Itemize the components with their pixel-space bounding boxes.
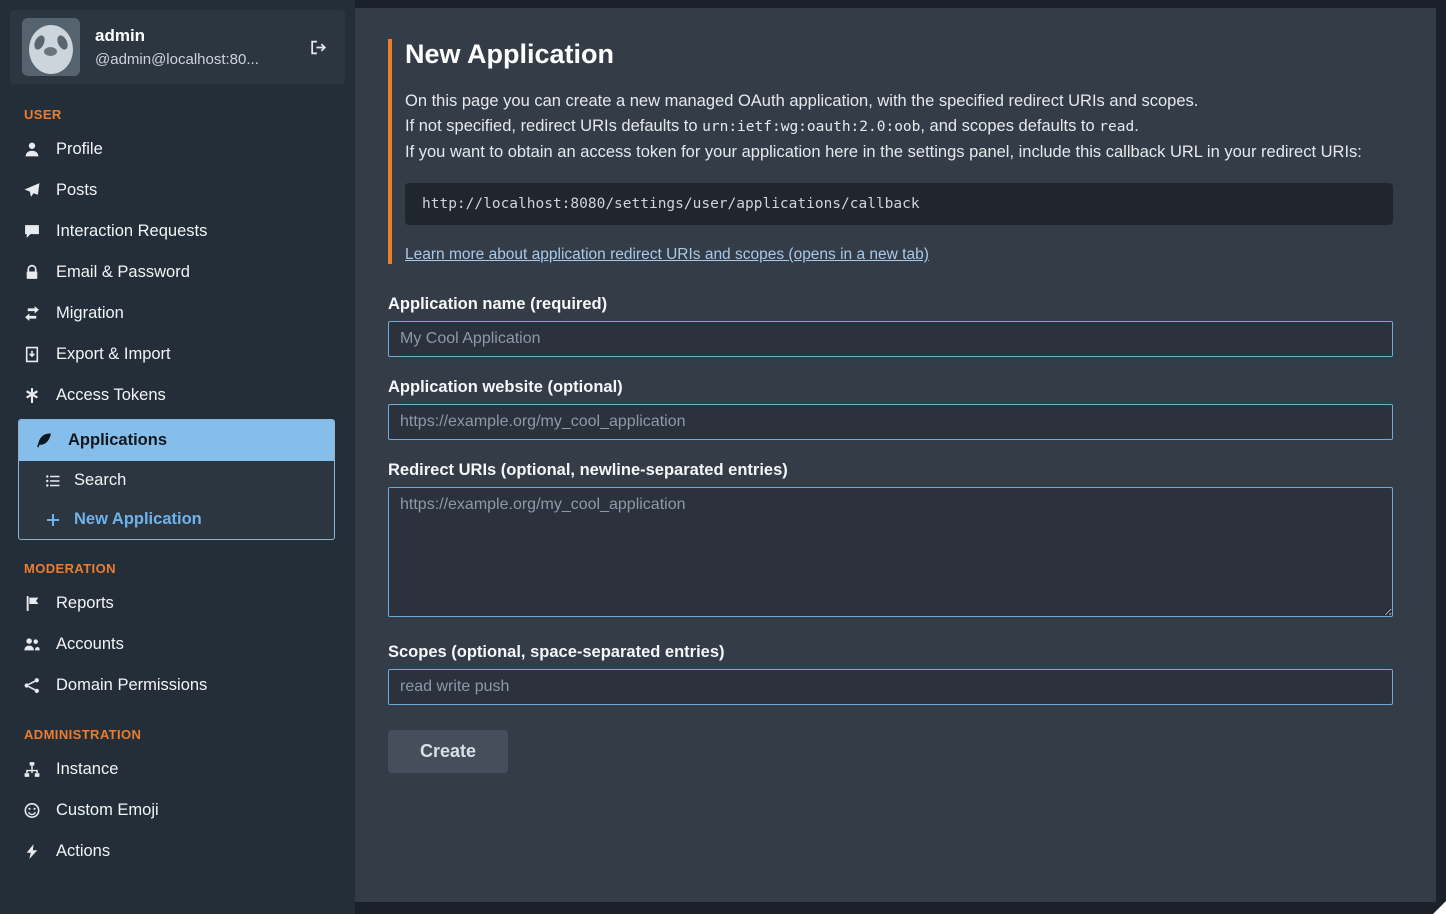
section-label-user: USER — [24, 107, 355, 122]
sidebar-item-actions[interactable]: Actions — [0, 831, 355, 872]
sidebar-item-label: Actions — [56, 842, 110, 861]
page-header: New Application On this page you can cre… — [388, 39, 1393, 264]
user-icon — [23, 141, 41, 158]
sidebar-item-instance[interactable]: Instance — [0, 749, 355, 790]
application-website-input[interactable] — [388, 404, 1393, 440]
exchange-arrows-icon — [23, 305, 41, 322]
share-nodes-icon — [23, 677, 41, 694]
certificate-icon — [23, 387, 41, 404]
application-name-label: Application name (required) — [388, 295, 1393, 314]
sidebar-item-new-application[interactable]: New Application — [19, 500, 334, 539]
sidebar-item-label: Instance — [56, 760, 118, 779]
intro-line-3: If you want to obtain an access token fo… — [405, 140, 1393, 165]
scopes-input[interactable] — [388, 669, 1393, 705]
applications-group: Applications Search New Application — [18, 419, 335, 540]
application-website-label: Application website (optional) — [388, 378, 1393, 397]
comment-icon — [23, 223, 41, 240]
user-card: admin @admin@localhost:80... — [10, 10, 345, 84]
redirect-uris-label: Redirect URIs (optional, newline-separat… — [388, 461, 1393, 480]
avatar-eye — [55, 34, 69, 51]
user-name: admin — [95, 26, 259, 46]
intro-text: , and scopes defaults to — [920, 117, 1099, 135]
sidebar-item-label: Export & Import — [56, 345, 171, 364]
sidebar-nav: USER Profile Posts Interaction Requests … — [0, 86, 355, 914]
avatar — [22, 18, 80, 76]
callback-url-code-block: http://localhost:8080/settings/user/appl… — [405, 183, 1393, 225]
page-title: New Application — [405, 39, 1393, 70]
bolt-icon — [23, 843, 41, 860]
main-area: New Application On this page you can cre… — [355, 0, 1446, 914]
sidebar-item-interaction-requests[interactable]: Interaction Requests — [0, 211, 355, 252]
user-handle: @admin@localhost:80... — [95, 51, 259, 68]
plus-icon — [45, 512, 61, 528]
sidebar-item-label: Posts — [56, 181, 97, 200]
intro-text: On this page you can create a new manage… — [405, 92, 1198, 110]
intro-line-1: On this page you can create a new manage… — [405, 89, 1393, 114]
redirect-uris-textarea[interactable] — [388, 487, 1393, 617]
logout-button[interactable] — [309, 35, 333, 59]
avatar-nose — [44, 47, 57, 56]
create-button[interactable]: Create — [388, 730, 508, 773]
intro-line-2: If not specified, redirect URIs defaults… — [405, 114, 1393, 140]
sidebar-item-label: Domain Permissions — [56, 676, 207, 695]
sidebar-item-applications-search[interactable]: Search — [19, 461, 334, 500]
sidebar-item-label: Access Tokens — [56, 386, 166, 405]
scopes-field: Scopes (optional, space-separated entrie… — [388, 643, 1393, 705]
sidebar-item-label: Migration — [56, 304, 124, 323]
flag-icon — [23, 595, 41, 612]
sidebar-item-label: Applications — [68, 431, 167, 450]
sitemap-icon — [23, 761, 41, 778]
resize-corner — [1433, 901, 1446, 914]
section-label-administration: ADMINISTRATION — [24, 727, 355, 742]
sidebar-item-custom-emoji[interactable]: Custom Emoji — [0, 790, 355, 831]
sidebar-item-profile[interactable]: Profile — [0, 129, 355, 170]
feather-icon — [35, 432, 53, 449]
new-application-panel: New Application On this page you can cre… — [355, 8, 1436, 902]
inline-code-oob: urn:ietf:wg:oauth:2.0:oob — [702, 119, 920, 135]
section-label-moderation: MODERATION — [24, 561, 355, 576]
application-name-field: Application name (required) — [388, 295, 1393, 357]
sidebar-item-export-import[interactable]: Export & Import — [0, 334, 355, 375]
sidebar-item-migration[interactable]: Migration — [0, 293, 355, 334]
intro-text: If not specified, redirect URIs defaults… — [405, 117, 702, 135]
user-meta: admin @admin@localhost:80... — [95, 26, 259, 68]
sidebar-item-label: Accounts — [56, 635, 124, 654]
sidebar-item-label: Reports — [56, 594, 114, 613]
sidebar-item-label: Profile — [56, 140, 103, 159]
sidebar: admin @admin@localhost:80... USER Profil… — [0, 0, 355, 914]
new-application-form: Application name (required) Application … — [388, 295, 1393, 773]
smile-icon — [23, 802, 41, 819]
application-website-field: Application website (optional) — [388, 378, 1393, 440]
submenu-item-label: New Application — [74, 510, 202, 529]
sidebar-item-access-tokens[interactable]: Access Tokens — [0, 375, 355, 416]
inline-code-read: read — [1099, 119, 1134, 135]
sign-out-icon — [309, 39, 327, 56]
sidebar-item-label: Email & Password — [56, 263, 190, 282]
learn-more-link[interactable]: Learn more about application redirect UR… — [405, 246, 929, 263]
paper-plane-icon — [23, 182, 41, 199]
users-icon — [23, 636, 41, 653]
sidebar-item-reports[interactable]: Reports — [0, 583, 355, 624]
redirect-uris-field: Redirect URIs (optional, newline-separat… — [388, 461, 1393, 622]
sidebar-item-domain-permissions[interactable]: Domain Permissions — [0, 665, 355, 706]
submenu-item-label: Search — [74, 471, 126, 490]
intro-text: If you want to obtain an access token fo… — [405, 143, 1362, 161]
sidebar-item-accounts[interactable]: Accounts — [0, 624, 355, 665]
intro-text: . — [1134, 117, 1139, 135]
sidebar-item-posts[interactable]: Posts — [0, 170, 355, 211]
sidebar-item-label: Custom Emoji — [56, 801, 159, 820]
file-arrow-icon — [23, 346, 41, 363]
sidebar-item-label: Interaction Requests — [56, 222, 207, 241]
list-icon — [45, 473, 61, 489]
lock-icon — [23, 264, 41, 281]
sidebar-item-email-password[interactable]: Email & Password — [0, 252, 355, 293]
scopes-label: Scopes (optional, space-separated entrie… — [388, 643, 1393, 662]
application-name-input[interactable] — [388, 321, 1393, 357]
sidebar-item-applications[interactable]: Applications — [19, 420, 334, 461]
